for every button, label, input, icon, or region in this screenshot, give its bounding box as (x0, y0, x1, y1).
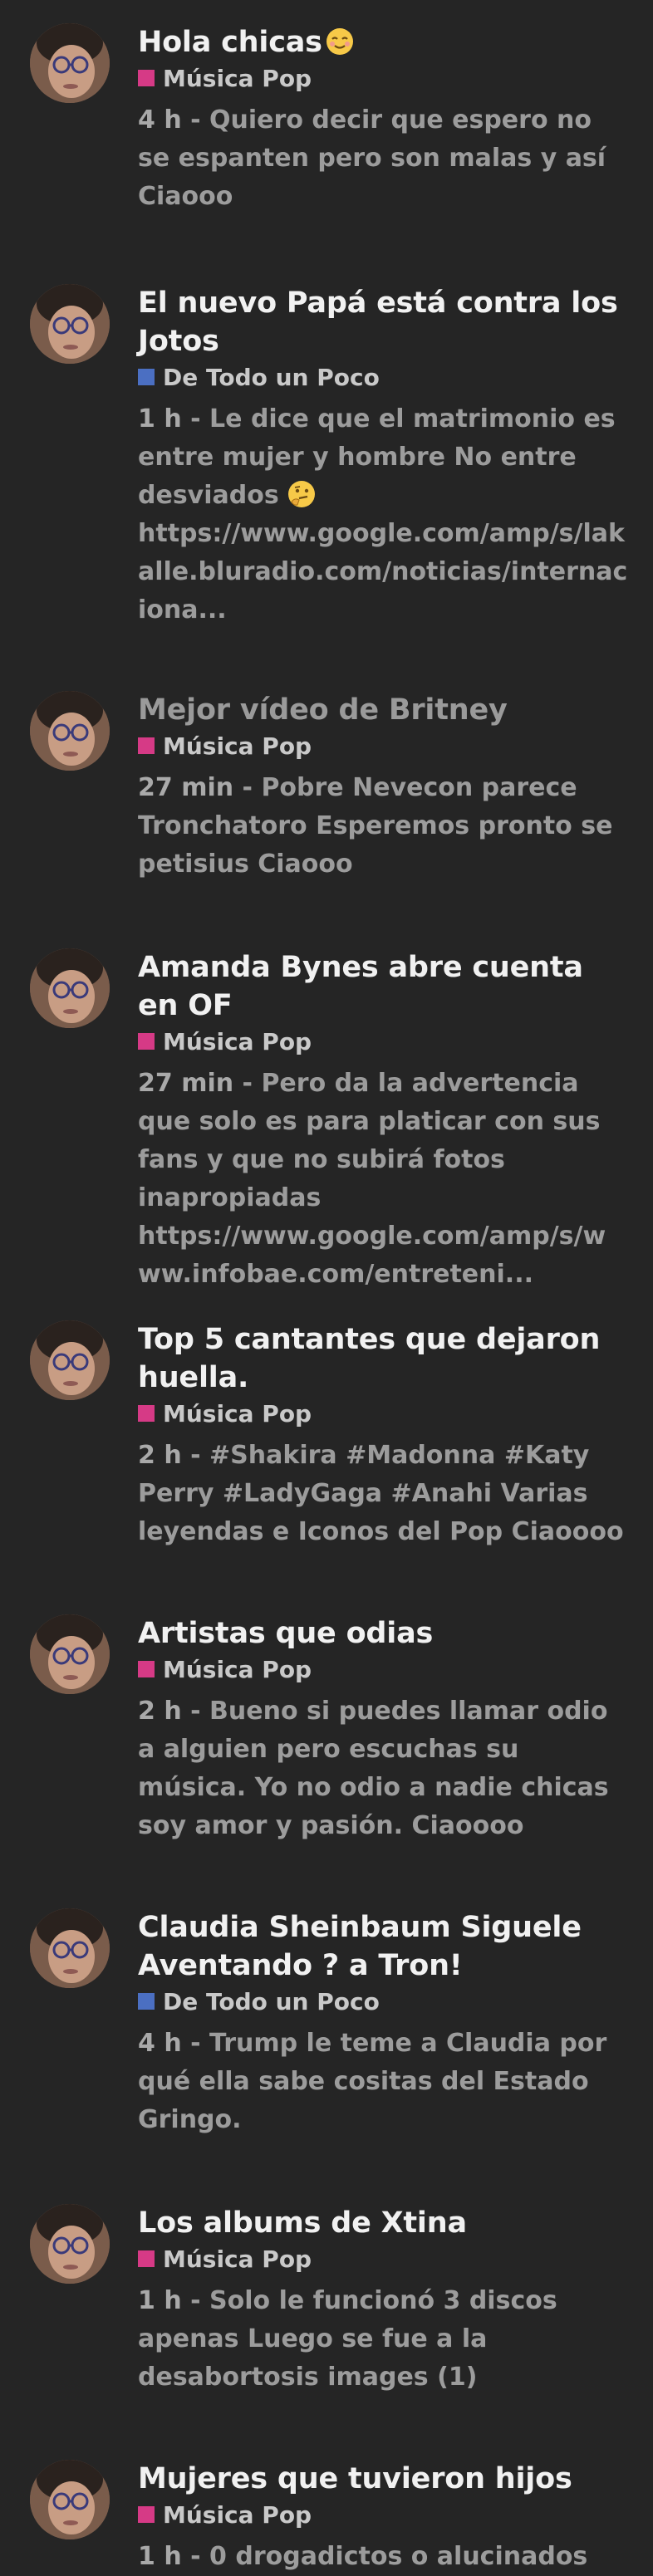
avatar-image (30, 23, 110, 103)
topic-time: 27 min (138, 773, 234, 802)
avatar-image (30, 948, 110, 1028)
topic-time: 1 h (138, 2542, 182, 2571)
topic-excerpt: 2 h - Bueno si puedes llamar odio a algu… (138, 1697, 609, 1840)
category-badge[interactable]: Música Pop (138, 1397, 628, 1430)
topic-excerpt: 4 h - Trump le teme a Claudia por qué el… (138, 2029, 607, 2134)
topic-time: 4 h (138, 2029, 182, 2058)
topic-excerpt: 1 h - 0 drogadictos o alucinados (138, 2542, 588, 2571)
avatar-image (30, 1320, 110, 1400)
avatar[interactable] (30, 948, 110, 1028)
topic-time: 1 h (138, 2286, 182, 2315)
avatar-image (30, 2204, 110, 2284)
category-badge[interactable]: De Todo un Poco (138, 360, 628, 394)
category-color-square (138, 1661, 155, 1677)
relieved-face-emoji-icon (326, 28, 353, 55)
avatar[interactable] (30, 691, 110, 771)
category-badge[interactable]: Música Pop (138, 2498, 628, 2531)
avatar-image (30, 2460, 110, 2539)
topic-excerpt: 27 min - Pero da la advertencia que solo… (138, 1069, 606, 1289)
avatar-image (30, 284, 110, 364)
topic-feed: Hola chicas Música Pop 4 h - Quiero deci… (0, 0, 653, 2574)
avatar[interactable] (30, 2460, 110, 2539)
topic-excerpt: 4 h - Quiero decir que espero no se espa… (138, 105, 606, 211)
topic-title[interactable]: El nuevo Papá está contra los Jotos (138, 284, 628, 360)
category-badge[interactable]: De Todo un Poco (138, 1985, 628, 2018)
topic-time: 4 h (138, 105, 182, 135)
category-badge[interactable]: Música Pop (138, 1025, 628, 1058)
category-badge[interactable]: Música Pop (138, 729, 628, 762)
category-color-square (138, 1033, 155, 1050)
topic-excerpt: 2 h - #Shakira #Madonna #Katy Perry #Lad… (138, 1441, 624, 1546)
category-badge[interactable]: Música Pop (138, 1653, 628, 1686)
avatar[interactable] (30, 2204, 110, 2284)
avatar-image (30, 1908, 110, 1988)
avatar[interactable] (30, 1614, 110, 1694)
topic-title[interactable]: Top 5 cantantes que dejaron huella. (138, 1320, 628, 1397)
avatar[interactable] (30, 1320, 110, 1400)
avatar[interactable] (30, 23, 110, 103)
topic-title[interactable]: Amanda Bynes abre cuenta en OF (138, 948, 628, 1025)
topic-title[interactable]: Hola chicas (138, 23, 628, 61)
avatar[interactable] (30, 284, 110, 364)
category-color-square (138, 1993, 155, 2010)
topic-title[interactable]: Mejor vídeo de Britney (138, 691, 628, 729)
avatar-image (30, 1614, 110, 1694)
category-color-square (138, 2250, 155, 2267)
topic-time: 27 min (138, 1069, 234, 1098)
topic-excerpt: 27 min - Pobre Nevecon parece Tronchator… (138, 773, 613, 879)
topic-title[interactable]: Los albums de Xtina (138, 2204, 628, 2242)
thinking-face-emoji-icon (288, 481, 316, 507)
topic-title[interactable]: Mujeres que tuvieron hijos (138, 2460, 628, 2498)
topic-excerpt: 1 h - Solo le funcionó 3 discos apenas L… (138, 2286, 557, 2392)
avatar[interactable] (30, 1908, 110, 1988)
topic-excerpt: 1 h - Le dice que el matrimonio es entre… (138, 404, 628, 624)
topic-time: 2 h (138, 1697, 182, 1726)
category-color-square (138, 737, 155, 754)
category-color-square (138, 70, 155, 86)
category-badge[interactable]: Música Pop (138, 61, 628, 95)
avatar-image (30, 691, 110, 771)
topic-title[interactable]: Artistas que odias (138, 1614, 628, 1653)
topic-time: 2 h (138, 1441, 182, 1470)
category-color-square (138, 2506, 155, 2523)
topic-title[interactable]: Claudia Sheinbaum Siguele Aventando ? a … (138, 1908, 628, 1985)
topic-time: 1 h (138, 404, 182, 433)
category-badge[interactable]: Música Pop (138, 2242, 628, 2275)
category-color-square (138, 1405, 155, 1422)
category-color-square (138, 369, 155, 385)
